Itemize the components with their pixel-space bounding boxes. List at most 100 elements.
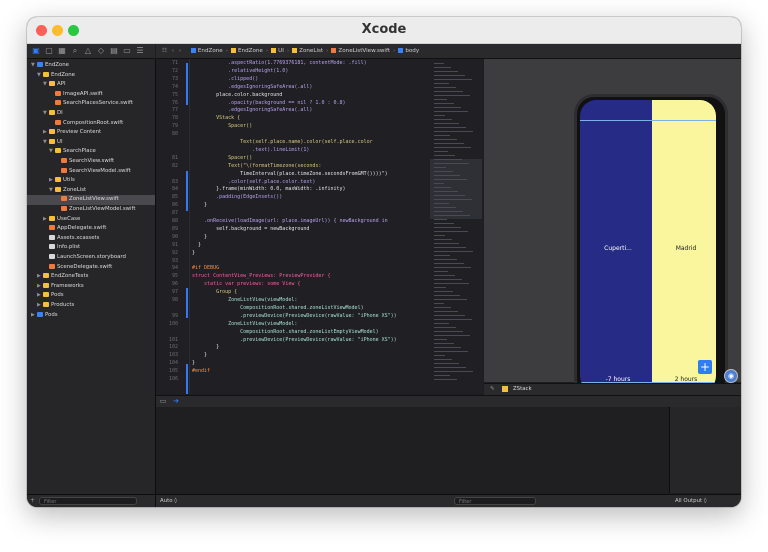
code-line[interactable]: 72 .relativeHeight(1.0) bbox=[156, 68, 483, 76]
navigator-item[interactable]: ZoneListView.swift bbox=[27, 195, 155, 205]
code-line[interactable]: 83 .color(self.place.color.text) bbox=[156, 179, 483, 187]
report-navigator-icon[interactable]: ☰ bbox=[135, 45, 145, 57]
code-line[interactable]: TimeInterval(place.timeZone.secondsFromG… bbox=[156, 171, 483, 179]
navigator-item[interactable]: ▶ Utils bbox=[27, 176, 155, 186]
issue-navigator-icon[interactable]: △ bbox=[83, 45, 93, 57]
project-navigator-icon[interactable]: ▣ bbox=[31, 45, 41, 57]
navigator-item[interactable]: Info.plist bbox=[27, 243, 155, 253]
code-line[interactable]: 87 bbox=[156, 210, 483, 218]
code-line[interactable]: 95 struct ContentView_Previews: PreviewPr… bbox=[156, 273, 483, 281]
code-line[interactable]: 91 } bbox=[156, 242, 483, 250]
code-line[interactable]: 78 VStack { bbox=[156, 115, 483, 123]
navigator-item[interactable]: ImageAPI.swift bbox=[27, 90, 155, 100]
code-line[interactable]: 92} bbox=[156, 250, 483, 258]
code-line[interactable]: 97 Group { bbox=[156, 289, 483, 297]
code-line[interactable]: 88 .onReceive(loadImage(url: place.image… bbox=[156, 218, 483, 226]
jump-bar-item[interactable]: ZoneList bbox=[299, 48, 323, 54]
code-line[interactable]: 100 ZoneListView(viewModel: bbox=[156, 321, 483, 329]
navigator-item[interactable]: ▼ SearchPlace bbox=[27, 147, 155, 157]
hide-debug-icon[interactable]: ▭ bbox=[159, 397, 167, 405]
code-line[interactable]: 76 .opacity(background == nil ? 1.0 : 0.… bbox=[156, 100, 483, 108]
navigator-item[interactable]: ▼ DI bbox=[27, 109, 155, 119]
add-zone-button[interactable]: + bbox=[698, 360, 712, 374]
navigator-item[interactable]: ▶ EndZoneTests bbox=[27, 272, 155, 282]
code-line[interactable]: 93 bbox=[156, 258, 483, 266]
navigator-item[interactable]: SearchPlacesService.swift bbox=[27, 99, 155, 109]
jump-bar-item[interactable]: UI bbox=[278, 48, 284, 54]
code-line[interactable]: 98 ZoneListView(viewModel: bbox=[156, 297, 483, 305]
navigator-filter-bar: + Filter bbox=[27, 494, 156, 507]
code-line[interactable]: 106 bbox=[156, 376, 483, 384]
jump-bar-item[interactable]: ZoneListView.swift bbox=[338, 48, 390, 54]
breakpoints-toggle-icon[interactable]: ➔ bbox=[172, 397, 180, 405]
navigator-item[interactable]: ▶ Pods bbox=[27, 291, 155, 301]
navigator-item[interactable]: ▶ UseCase bbox=[27, 215, 155, 225]
code-line[interactable]: 96 static var previews: some View { bbox=[156, 281, 483, 289]
navigator-item[interactable]: ▶ Products bbox=[27, 301, 155, 311]
code-line[interactable]: 79 Spacer() bbox=[156, 123, 483, 131]
code-line[interactable]: 71 .aspectRatio(1.7769376181, contentMod… bbox=[156, 60, 483, 68]
navigator-filter-input[interactable]: Filter bbox=[39, 497, 137, 505]
navigator-item[interactable]: ▼ EndZone bbox=[27, 61, 155, 71]
code-line[interactable]: 101 .previewDevice(PreviewDevice(rawValu… bbox=[156, 337, 483, 345]
symbol-navigator-icon[interactable]: ▦ bbox=[57, 45, 67, 57]
debug-filter-input[interactable]: Filter bbox=[454, 497, 536, 505]
navigator-item[interactable]: AppDelegate.swift bbox=[27, 224, 155, 234]
navigator-item[interactable]: SearchView.swift bbox=[27, 157, 155, 167]
navigator-item[interactable]: ▼ ZoneList bbox=[27, 186, 155, 196]
jump-bar-item[interactable]: EndZone bbox=[238, 48, 263, 54]
code-line[interactable]: 99 .previewDevice(PreviewDevice(rawValue… bbox=[156, 313, 483, 321]
code-line[interactable]: 105 #endif bbox=[156, 368, 483, 376]
navigator-item[interactable]: ▼ API bbox=[27, 80, 155, 90]
add-icon[interactable]: + bbox=[30, 497, 35, 504]
code-line[interactable]: 73 .clipped() bbox=[156, 76, 483, 84]
code-line[interactable]: 94 #if DEBUG bbox=[156, 265, 483, 273]
related-items-icon[interactable]: ☷ bbox=[162, 48, 167, 54]
debug-navigator-icon[interactable]: ▤ bbox=[109, 45, 119, 57]
code-line[interactable]: 82 Text("\(formatTimezone(seconds: bbox=[156, 163, 483, 171]
console-output-select[interactable]: All Output ◊ bbox=[675, 495, 707, 507]
code-line[interactable]: CompositionRoot.shared.zoneListEmptyView… bbox=[156, 329, 483, 337]
navigator-item[interactable]: ZoneListViewModel.swift bbox=[27, 205, 155, 215]
pin-icon[interactable]: ✎ bbox=[490, 386, 495, 392]
navigator-item[interactable]: ▼ EndZone bbox=[27, 71, 155, 81]
code-text: .previewDevice(PreviewDevice(rawValue: "… bbox=[192, 336, 397, 343]
jump-bar-item[interactable]: EndZone bbox=[198, 48, 223, 54]
forward-icon[interactable]: › bbox=[179, 48, 181, 54]
navigator-item[interactable]: SearchViewModel.swift bbox=[27, 167, 155, 177]
navigator-item[interactable]: Assets.xcassets bbox=[27, 234, 155, 244]
back-icon[interactable]: ‹ bbox=[172, 48, 174, 54]
variables-scope-select[interactable]: Auto ◊ bbox=[160, 495, 177, 507]
test-navigator-icon[interactable]: ◇ bbox=[96, 45, 106, 57]
code-line[interactable]: 86 } bbox=[156, 202, 483, 210]
code-line[interactable]: .text).lineLimit(1) bbox=[156, 147, 483, 155]
navigator-item[interactable]: ▶ Frameworks bbox=[27, 282, 155, 292]
code-line[interactable]: 77 .edgesIgnoringSafeArea(.all) bbox=[156, 107, 483, 115]
source-editor[interactable]: 71 .aspectRatio(1.7769376181, contentMod… bbox=[156, 59, 483, 394]
code-line[interactable]: 90 } bbox=[156, 234, 483, 242]
code-line[interactable]: 103 } bbox=[156, 352, 483, 360]
code-line[interactable]: 89 self.background = newBackground bbox=[156, 226, 483, 234]
code-line[interactable]: 85 .padding(EdgeInsets()) bbox=[156, 194, 483, 202]
live-preview-button[interactable]: ◉ bbox=[724, 369, 738, 383]
navigator-item[interactable]: ▶ Pods bbox=[27, 311, 155, 321]
navigator-item[interactable]: SceneDelegate.swift bbox=[27, 263, 155, 273]
code-line[interactable]: 74 .edgesIgnoringSafeArea(.all) bbox=[156, 84, 483, 92]
code-line[interactable]: 75 place.color.background bbox=[156, 92, 483, 100]
code-line[interactable]: 81 Spacer() bbox=[156, 155, 483, 163]
code-line[interactable]: CompositionRoot.shared.zoneListViewModel… bbox=[156, 305, 483, 313]
source-control-icon[interactable]: ▢ bbox=[44, 45, 54, 57]
preview-canvas[interactable]: Cuperti... Madrid -7 hours 2 hours + ◉ bbox=[484, 59, 741, 404]
jump-bar-item[interactable]: body bbox=[405, 48, 419, 54]
navigator-item[interactable]: ▼ UI bbox=[27, 138, 155, 148]
code-line[interactable]: Text(self.place.name).color(self.place.c… bbox=[156, 139, 483, 147]
navigator-item[interactable]: ▶ Preview Content bbox=[27, 128, 155, 138]
code-line[interactable]: 84 }.frame(minWidth: 0.0, maxWidth: .inf… bbox=[156, 186, 483, 194]
code-line[interactable]: 104} bbox=[156, 360, 483, 368]
breakpoint-navigator-icon[interactable]: ▭ bbox=[122, 45, 132, 57]
navigator-item[interactable]: LaunchScreen.storyboard bbox=[27, 253, 155, 263]
code-line[interactable]: 80 bbox=[156, 131, 483, 139]
code-line[interactable]: 102 } bbox=[156, 344, 483, 352]
find-navigator-icon[interactable]: ⌕ bbox=[70, 45, 80, 57]
navigator-item[interactable]: CompositionRoot.swift bbox=[27, 119, 155, 129]
